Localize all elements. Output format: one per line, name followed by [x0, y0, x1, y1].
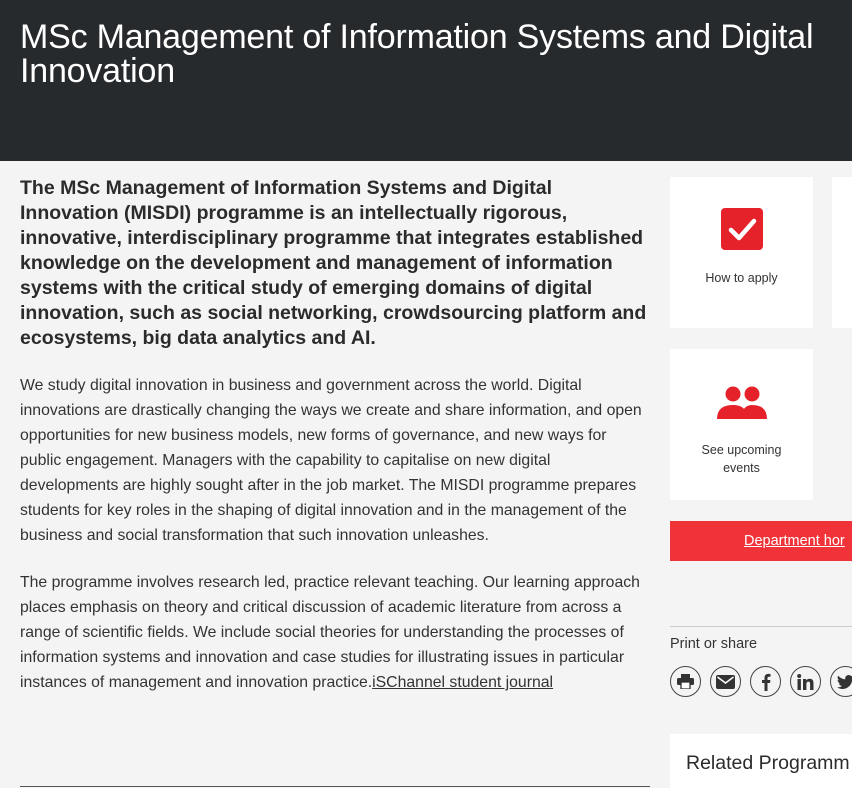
checkbox-icon	[720, 208, 763, 250]
upcoming-events-card[interactable]: See upcoming events	[670, 349, 813, 500]
body-paragraph-2: The programme involves research led, pra…	[20, 570, 650, 695]
content-divider	[20, 786, 650, 787]
page-title: MSc Management of Information Systems an…	[20, 18, 814, 90]
related-programmes-title: Related Programm	[686, 752, 850, 774]
people-icon	[715, 385, 769, 421]
share-divider	[670, 626, 852, 627]
body-paragraph-1: We study digital innovation in business …	[20, 377, 642, 544]
how-to-apply-label: How to apply	[705, 271, 778, 285]
main-content: The MSc Management of Information System…	[20, 176, 650, 695]
print-icon[interactable]	[670, 666, 701, 697]
partial-card[interactable]	[832, 177, 852, 328]
ischannel-link[interactable]: iSChannel student journal	[372, 674, 553, 691]
facebook-icon[interactable]	[750, 666, 781, 697]
department-home-button[interactable]: Department hor	[670, 521, 852, 561]
share-icons	[670, 666, 852, 697]
related-programmes-panel: Related Programm	[670, 734, 852, 788]
upcoming-events-label: See upcoming events	[701, 443, 782, 475]
how-to-apply-card[interactable]: How to apply	[670, 177, 813, 328]
share-label: Print or share	[670, 636, 758, 652]
page-header: MSc Management of Information Systems an…	[0, 0, 852, 161]
intro-text: The MSc Management of Information System…	[20, 177, 647, 349]
linkedin-icon[interactable]	[790, 666, 821, 697]
twitter-icon[interactable]	[830, 666, 852, 697]
email-icon[interactable]	[710, 666, 741, 697]
